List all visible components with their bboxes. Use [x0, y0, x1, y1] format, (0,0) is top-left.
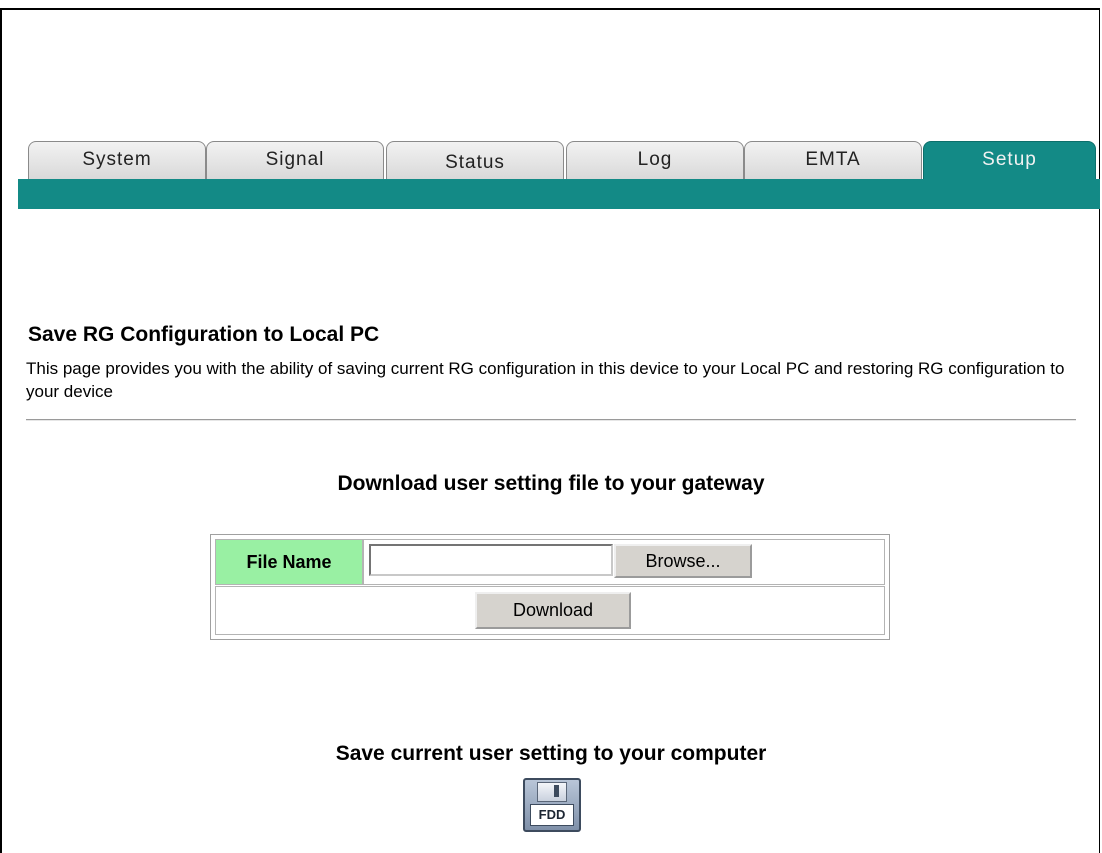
tab-signal-label: Signal: [265, 149, 325, 170]
browse-button[interactable]: Browse...: [614, 544, 752, 578]
tab-bar: System Signal Status Log EMTA Setup: [28, 141, 1096, 179]
download-button[interactable]: Download: [475, 592, 631, 629]
tab-log-label: Log: [637, 149, 673, 170]
tab-emta-label: EMTA: [805, 149, 861, 170]
tab-log[interactable]: Log: [566, 141, 744, 179]
floppy-label: FDD: [530, 804, 574, 826]
file-name-input[interactable]: [369, 544, 613, 576]
download-button-cell: Download: [215, 586, 885, 635]
download-form-table: File Name Browse... Download: [210, 534, 890, 640]
file-name-cell: Browse...: [363, 539, 885, 585]
page-title: Save RG Configuration to Local PC: [28, 323, 380, 346]
save-section-heading: Save current user setting to your comput…: [335, 742, 767, 765]
page-description: This page provides you with the ability …: [26, 359, 1065, 401]
floppy-shutter: [537, 782, 567, 802]
download-section-heading: Download user setting file to your gatew…: [337, 472, 765, 495]
tab-underline-bar: [18, 179, 1100, 209]
tab-signal[interactable]: Signal: [206, 141, 384, 179]
divider: [26, 419, 1076, 421]
tab-system[interactable]: System: [28, 141, 206, 179]
tab-status[interactable]: Status: [386, 141, 564, 179]
tab-status-label: Status: [445, 152, 505, 173]
floppy-disk-icon[interactable]: FDD: [523, 778, 581, 832]
browser-frame: [0, 8, 1100, 853]
tab-emta[interactable]: EMTA: [744, 141, 922, 179]
tab-setup[interactable]: Setup: [923, 141, 1096, 179]
tab-setup-label: Setup: [982, 149, 1037, 170]
tab-system-label: System: [82, 149, 152, 170]
file-name-label: File Name: [215, 539, 363, 585]
